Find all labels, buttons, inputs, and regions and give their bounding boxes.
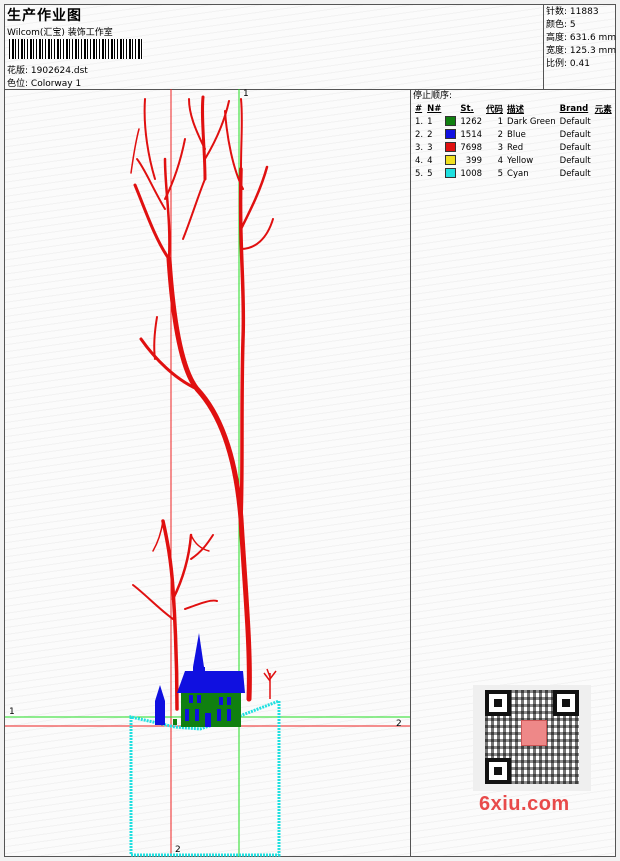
church-building [155,633,245,727]
stat-stitches: 针数: 11883 [546,7,599,17]
color-swatch [445,155,457,166]
cell-st: 1008 [460,168,483,179]
cell-st: 399 [465,155,483,166]
stop-sequence-panel: 停止顺序: # N# St. 代码 描述 Brand 元素 1. 1 1262 1 Da… [411,89,615,180]
barcode [9,39,143,59]
tall-tree [130,95,274,702]
cell-code: 2 [497,129,504,140]
color-swatch-cell [443,154,458,167]
design-preview: 1 1 2 2 [5,89,410,857]
color-swatch-cell [443,167,458,180]
cell-code: 4 [497,155,504,166]
qr-logo-stamp [521,720,547,746]
stat-height: 高度: 631.6 mm [546,33,617,43]
table-row: 4. 4 399 4 Yellow Default [413,154,614,167]
panel-divider [410,89,411,857]
table-row: 1. 1 1262 1 Dark Green Default [413,115,614,128]
cell-idx: 1. [415,116,424,127]
col-brand: Brand [559,103,589,114]
cell-n: 5 [427,168,433,179]
table-row: 5. 5 1008 5 Cyan Default [413,167,614,180]
cell-brand: Default [559,129,591,140]
col-description: 描述 [507,104,525,115]
cell-desc: Red [507,142,524,153]
company-name: Wilcom(汇宝) 装饰工作室 [7,28,113,38]
qr-pattern [485,690,579,784]
cell-code: 5 [497,168,504,179]
cell-st: 7698 [460,142,483,153]
table-row: 3. 3 7698 3 Red Default [413,141,614,154]
stats-panel: 针数: 11883 颜色: 5 高度: 631.6 mm 宽度: 125.3 m… [543,5,617,89]
guide-label-right: 2 [396,719,402,729]
color-swatch [445,129,457,140]
color-swatch-cell [443,128,458,141]
design-line: 花版: 1902624.dst [7,63,88,76]
tiny-tree [263,668,277,699]
sheet-header: 生产作业图 Wilcom(汇宝) 装饰工作室 花版: 1902624.dst 色… [5,5,617,90]
cell-desc: Blue [507,129,526,140]
table-header-row: # N# St. 代码 描述 Brand 元素 [413,102,614,115]
color-swatch [445,142,457,153]
production-sheet: 生产作业图 Wilcom(汇宝) 装饰工作室 花版: 1902624.dst 色… [4,4,616,857]
colorway-value: Colorway 1 [30,79,82,89]
cell-n: 2 [427,129,433,140]
color-swatch [445,168,457,179]
cell-idx: 3. [415,142,424,153]
qr-code [473,685,591,791]
colorway-line: 色位: Colorway 1 [7,76,81,89]
col-stitches: St. [460,103,474,114]
cell-element [593,141,614,154]
cell-brand: Default [559,155,591,166]
colorway-label: 色位: [7,79,29,89]
cell-desc: Yellow [507,155,534,166]
cell-n: 1 [427,116,433,127]
cell-element [593,167,614,180]
cell-desc: Dark Green [507,116,556,127]
cell-brand: Default [559,142,591,153]
col-code: 代码 [486,104,504,115]
watermark-text: 6xiu.com [479,793,570,815]
col-element: 元素 [594,104,612,115]
stat-width: 宽度: 125.3 mm [546,46,617,56]
cell-code: 3 [497,142,504,153]
stat-colors: 颜色: 5 [546,20,576,30]
color-swatch-cell [443,115,458,128]
design-label: 花版: [7,66,29,76]
stop-sequence-title: 停止顺序: [413,91,453,101]
cell-brand: Default [559,168,591,179]
cell-st: 1262 [460,116,483,127]
embroidery-artwork [5,89,410,857]
stop-sequence-table: # N# St. 代码 描述 Brand 元素 1. 1 1262 1 Dark Gre… [413,102,614,180]
cell-code: 1 [497,116,504,127]
cell-idx: 5. [415,168,424,179]
cell-desc: Cyan [507,168,529,179]
guide-label-bottom: 2 [175,845,181,855]
sheet-title: 生产作业图 [7,8,82,24]
cell-n: 4 [427,155,433,166]
cell-brand: Default [559,116,591,127]
color-swatch-cell [443,141,458,154]
cell-element [593,128,614,141]
col-index: # [415,103,423,114]
color-swatch [445,116,457,127]
cell-element [593,154,614,167]
guide-label-left: 1 [9,707,15,717]
design-file: 1902624.dst [30,66,88,76]
cell-idx: 2. [415,129,424,140]
cell-st: 1514 [460,129,483,140]
cell-n: 3 [427,142,433,153]
cell-idx: 4. [415,155,424,166]
col-needle: N# [427,103,442,114]
guide-label-top: 1 [243,89,249,99]
table-row: 2. 2 1514 2 Blue Default [413,128,614,141]
col-swatch [443,102,458,115]
stat-scale: 比例: 0.41 [546,59,590,69]
cell-element [593,115,614,128]
